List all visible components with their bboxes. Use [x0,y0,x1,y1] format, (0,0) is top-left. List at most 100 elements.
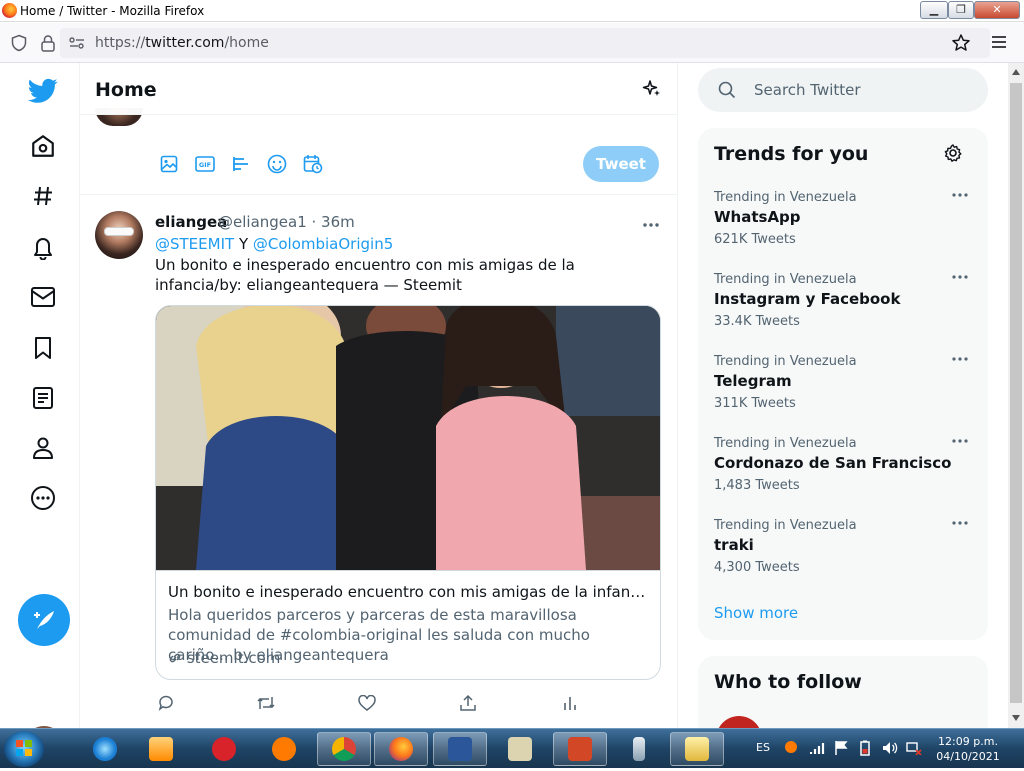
card-title[interactable]: Un bonito e inesperado encuentro con mis… [168,583,650,601]
more-circle-icon[interactable] [26,481,60,515]
language-indicator[interactable]: ES [756,741,770,754]
window-titlebar: Home / Twitter - Mozilla Firefox ▁ ❐ ✕ [0,0,1024,22]
like-heart-icon[interactable] [356,692,378,714]
3g-icon[interactable] [197,732,251,766]
card-text[interactable]: Un bonito e inesperado encuentro con mis… [156,570,660,679]
page-scrollbar[interactable] [1008,63,1024,728]
tweet-author-handle[interactable]: @eliangea1 · 36m [218,213,355,231]
system-clock[interactable]: 12:09 p.m. 04/10/2021 [935,734,1001,764]
link-card[interactable]: Un bonito e inesperado encuentro con mis… [155,305,661,680]
tweet-more-icon[interactable] [642,213,660,232]
lock-icon[interactable] [40,34,56,52]
tweet-actions [155,692,585,714]
media-image-icon[interactable] [158,153,180,175]
trend-item[interactable]: Trending in Venezuela Telegram 311K Twee… [714,354,974,436]
poll-icon[interactable] [230,153,252,175]
main-feed: Home GIF Tweet eliangea @eliangea1 · 36m… [80,63,678,728]
profile-icon[interactable] [26,431,60,465]
trend-item[interactable]: Trending in Venezuela Instagram y Facebo… [714,272,974,354]
lists-icon[interactable] [26,381,60,415]
trend-name[interactable]: Instagram y Facebook [714,290,900,308]
gif-icon[interactable]: GIF [194,153,216,175]
file-explorer-icon[interactable] [670,732,724,766]
who-to-follow-title: Who to follow [714,671,862,693]
minimize-button[interactable]: ▁ [920,1,948,19]
powerpoint-icon[interactable] [553,732,607,766]
tweet-author-avatar[interactable] [95,211,143,259]
search-input[interactable]: Search Twitter [754,81,861,99]
word-icon[interactable] [433,732,487,766]
mention-link[interactable]: @STEEMIT [155,235,234,253]
photo-of-three-women [156,306,660,570]
emoji-icon[interactable] [266,153,288,175]
network-icon[interactable] [906,741,922,755]
explore-hashtag-icon[interactable] [26,179,60,213]
battery-icon[interactable] [858,740,872,756]
search-icon [718,81,736,99]
notifications-bell-icon[interactable] [26,230,60,264]
trend-more-icon[interactable] [952,356,968,362]
usb-icon[interactable] [612,732,666,766]
feather-plus-icon [34,611,54,629]
compose-tweet-button[interactable] [18,594,70,646]
tweet-button[interactable]: Tweet [583,146,659,182]
volume-icon[interactable] [882,741,898,755]
show-more-link[interactable]: Show more [714,604,798,622]
publisher-icon[interactable] [493,732,547,766]
shield-icon[interactable] [10,34,28,52]
svg-text:GIF: GIF [199,161,211,169]
bookmark-star-icon[interactable] [951,33,971,53]
retweet-icon[interactable] [255,692,277,714]
home-icon[interactable] [26,129,60,163]
analytics-icon[interactable] [559,692,581,714]
tweet[interactable]: eliangea @eliangea1 · 36m @STEEMIT Y @Co… [80,195,677,728]
trend-name[interactable]: traki [714,536,754,554]
reply-icon[interactable] [155,692,177,714]
link-icon [169,653,181,663]
messages-envelope-icon[interactable] [26,280,60,314]
maximize-button[interactable]: ❐ [948,1,974,19]
trend-more-icon[interactable] [952,438,968,444]
trend-item[interactable]: Trending in Venezuela Cordonazo de San F… [714,436,974,518]
mention-link[interactable]: @ColombiaOrigin5 [253,235,393,253]
tweet-mentions: @STEEMIT Y @ColombiaOrigin5 [155,235,394,253]
trend-name[interactable]: Telegram [714,372,792,390]
trend-more-icon[interactable] [952,192,968,198]
firefox-icon [2,3,17,18]
start-button[interactable] [4,731,44,767]
feed-header: Home [80,63,677,115]
avast-tray-icon[interactable] [785,741,797,753]
chrome-icon[interactable] [317,732,371,766]
trend-name[interactable]: Cordonazo de San Francisco [714,454,951,472]
firefox-icon[interactable] [374,732,428,766]
trend-item[interactable]: Trending in Venezuela traki 4,300 Tweets [714,518,974,600]
windows-logo-icon [16,740,32,756]
card-photo[interactable] [156,306,660,570]
card-domain: steemit.com [168,649,280,667]
tweet-author-name[interactable]: eliangea [155,213,227,231]
page-title: Home [95,79,157,101]
signal-icon[interactable] [810,741,826,755]
share-icon[interactable] [457,692,479,714]
sparkle-icon[interactable] [642,79,662,99]
search-box[interactable]: Search Twitter [698,68,988,112]
trend-name[interactable]: WhatsApp [714,208,801,226]
menu-icon[interactable] [991,35,1007,49]
twitter-logo-icon[interactable] [26,74,60,108]
avast-icon[interactable] [257,732,311,766]
windows-taskbar: ES 12:09 p.m. 04/10/2021 [0,728,1024,768]
media-player-icon[interactable] [134,732,188,766]
browser-toolbar: https://twitter.com/home [0,23,1024,63]
permissions-icon[interactable] [68,36,86,50]
trend-item[interactable]: Trending in Venezuela WhatsApp 621K Twee… [714,190,974,272]
close-button[interactable]: ✕ [974,1,1020,19]
trend-more-icon[interactable] [952,274,968,280]
url-text[interactable]: https://twitter.com/home [95,35,269,51]
trend-more-icon[interactable] [952,520,968,526]
flag-icon[interactable] [834,740,848,756]
schedule-icon[interactable] [302,153,324,175]
internet-explorer-icon[interactable] [78,732,132,766]
trends-title: Trends for you [714,143,869,165]
settings-gear-icon[interactable] [944,144,962,162]
bookmarks-icon[interactable] [26,331,60,365]
